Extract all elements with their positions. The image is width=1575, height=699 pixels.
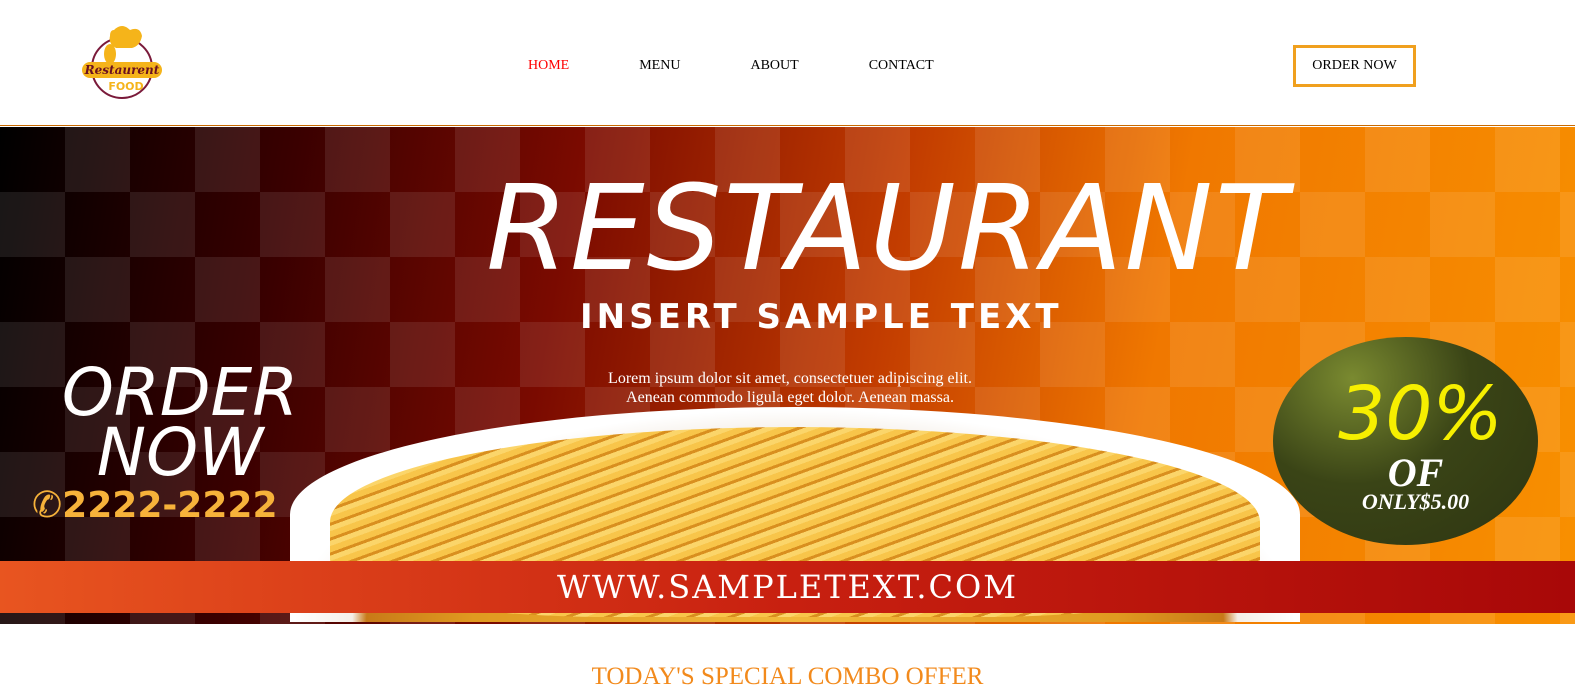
discount-badge: 30% OF ONLY$5.00 — [1273, 337, 1538, 545]
banner-description: Lorem ipsum dolor sit amet, consectetuer… — [540, 369, 1040, 407]
order-line: NOW — [96, 414, 264, 491]
discount-price: ONLY$5.00 — [1361, 489, 1470, 514]
nav-home[interactable]: HOME — [528, 58, 569, 74]
main-nav: HOME MENU ABOUT CONTACT — [528, 58, 1004, 74]
phone-text: 2222-2222 — [62, 485, 278, 526]
order-now-button[interactable]: ORDER NOW — [1293, 45, 1416, 87]
phone-number: ✆2222-2222 — [32, 485, 278, 526]
site-header: Restaurent FOOD HOME MENU ABOUT CONTACT … — [0, 0, 1575, 126]
nav-contact[interactable]: CONTACT — [869, 58, 934, 74]
discount-percent: 30% — [1338, 371, 1503, 457]
section-title: TODAY'S SPECIAL COMBO OFFER — [591, 663, 984, 690]
nav-about[interactable]: ABOUT — [750, 58, 798, 74]
restaurant-logo[interactable]: Restaurent FOOD — [80, 24, 164, 102]
order-now-text: ORDER NOW — [45, 360, 315, 491]
description-line: Lorem ipsum dolor sit amet, consectetuer… — [608, 370, 972, 387]
banner-title: RESTAURANT — [486, 159, 1289, 297]
svg-text:FOOD: FOOD — [108, 80, 143, 93]
website-text: WWW.SAMPLETEXT.COM — [557, 568, 1018, 606]
hero-banner: RESTAURANT INSERT SAMPLE TEXT Lorem ipsu… — [0, 127, 1575, 624]
banner-subtitle: INSERT SAMPLE TEXT — [580, 297, 1063, 337]
svg-text:Restaurent: Restaurent — [84, 63, 160, 77]
nav-menu[interactable]: MENU — [639, 58, 680, 74]
website-strip: WWW.SAMPLETEXT.COM — [0, 561, 1575, 613]
phone-icon: ✆ — [32, 485, 63, 526]
description-line: Aenean commodo ligula eget dolor. Aenean… — [626, 389, 954, 406]
